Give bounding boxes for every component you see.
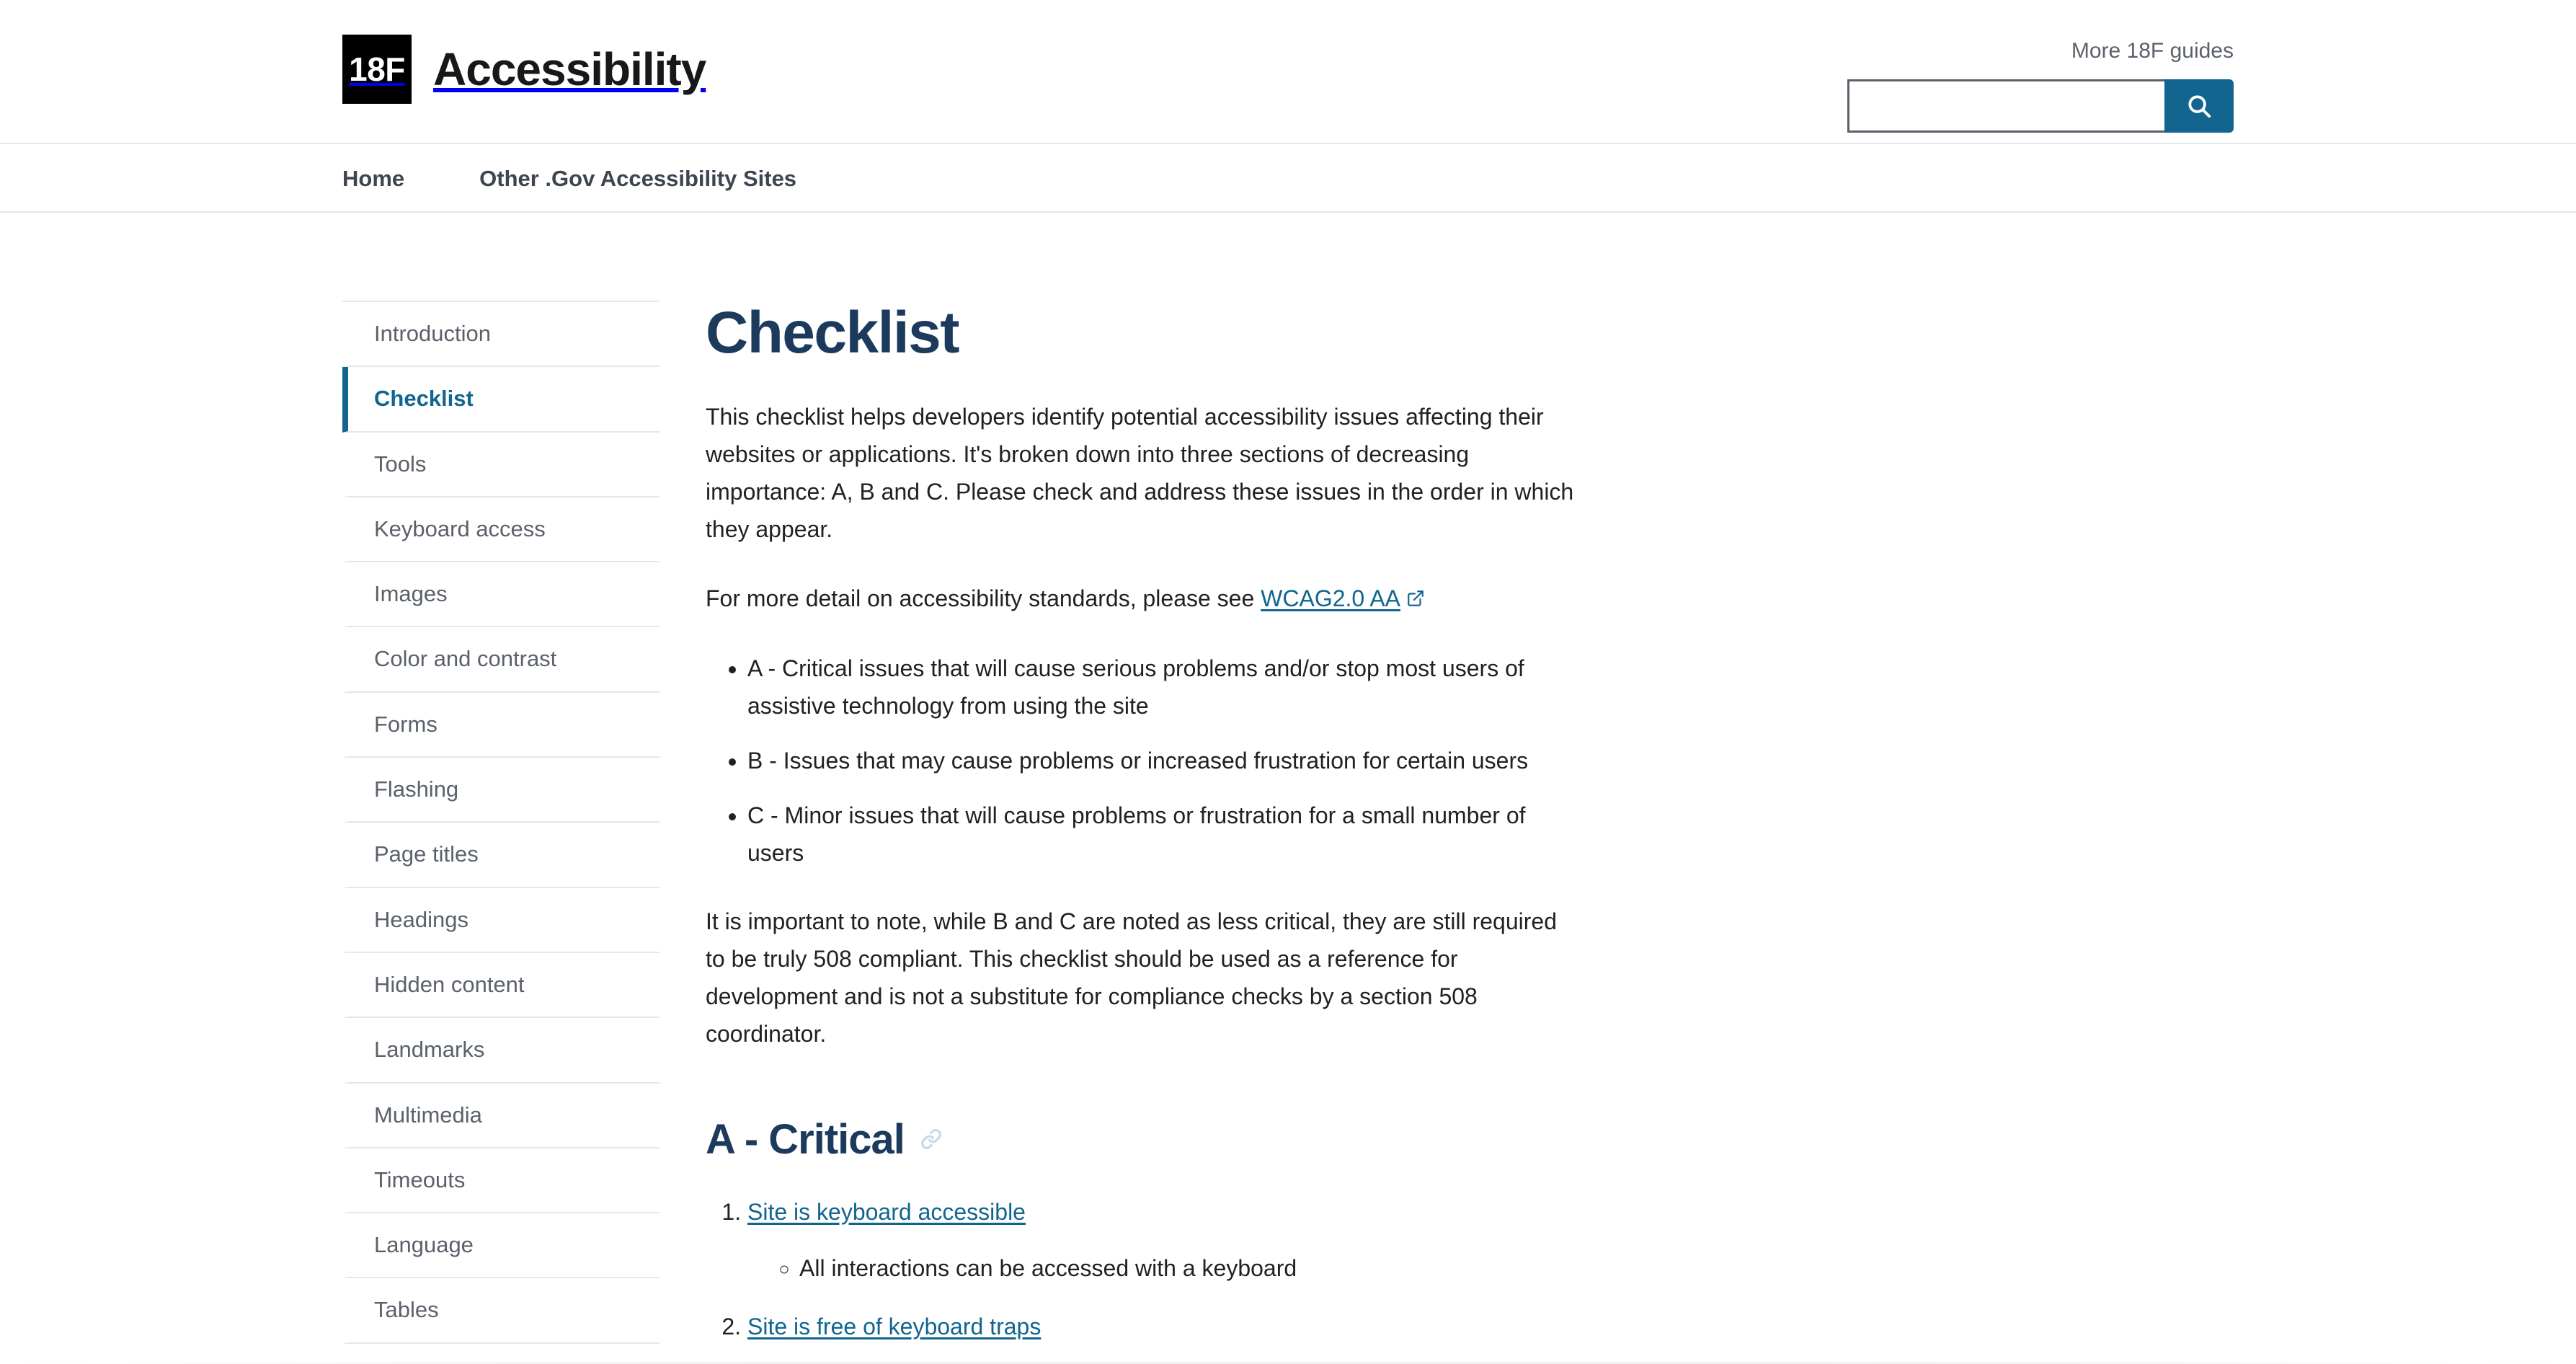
sidebar-item-headings[interactable]: Headings bbox=[342, 888, 659, 953]
sidebar-item-timeouts[interactable]: Timeouts bbox=[342, 1148, 659, 1214]
link-icon[interactable] bbox=[920, 1128, 942, 1150]
checklist-subitem-list: All interactions can be accessed with a … bbox=[747, 1250, 1581, 1288]
sidebar-item-hidden-content[interactable]: Hidden content bbox=[342, 953, 659, 1019]
site-masthead: 18F Accessibility More 18F guides bbox=[0, 0, 2576, 144]
search-submit-button[interactable] bbox=[2164, 79, 2234, 133]
sidebar-item-images[interactable]: Images bbox=[342, 562, 659, 628]
severity-item-a: A - Critical issues that will cause seri… bbox=[747, 650, 1581, 725]
masthead-utility-area: More 18F guides bbox=[1847, 35, 2234, 133]
sidebar-item-checklist[interactable]: Checklist bbox=[342, 367, 659, 433]
wcag-link[interactable]: WCAG2.0 AA bbox=[1261, 585, 1400, 611]
search-form bbox=[1847, 79, 2234, 133]
severity-item-c: C - Minor issues that will cause problem… bbox=[747, 797, 1581, 872]
main-content: Checklist This checklist helps developer… bbox=[706, 300, 1581, 1364]
sidebar-item-flashing[interactable]: Flashing bbox=[342, 758, 659, 823]
severity-list: A - Critical issues that will cause seri… bbox=[706, 650, 1581, 872]
standards-lead-text: For more detail on accessibility standar… bbox=[706, 585, 1261, 611]
severity-item-b: B - Issues that may cause problems or in… bbox=[747, 743, 1581, 780]
nav-item-home[interactable]: Home bbox=[342, 166, 404, 192]
checklist-subitem: All interactions can be accessed with a … bbox=[799, 1250, 1581, 1288]
prose-body: This checklist helps developers identify… bbox=[706, 399, 1581, 1053]
page-root: 18F Accessibility More 18F guides Home O… bbox=[0, 0, 2576, 1364]
sidebar-item-multimedia[interactable]: Multimedia bbox=[342, 1084, 659, 1148]
note-paragraph: It is important to note, while B and C a… bbox=[706, 908, 1557, 1047]
checklist-item: Site is free of keyboard traps bbox=[747, 1308, 1581, 1346]
section-heading-a-critical: A - Critical bbox=[706, 1115, 1581, 1164]
primary-navigation: Home Other .Gov Accessibility Sites bbox=[0, 144, 2576, 213]
site-title: Accessibility bbox=[433, 43, 706, 95]
standards-paragraph: For more detail on accessibility standar… bbox=[706, 580, 1581, 619]
nav-item-other-gov-accessibility-sites[interactable]: Other .Gov Accessibility Sites bbox=[479, 166, 796, 192]
sidebar-item-keyboard-access[interactable]: Keyboard access bbox=[342, 497, 659, 563]
checklist-item-link-site-is-free-of-keyboard-traps[interactable]: Site is free of keyboard traps bbox=[747, 1314, 1041, 1339]
checklist-item: Site is keyboard accessible All interact… bbox=[747, 1194, 1581, 1288]
critical-checklist: Site is keyboard accessible All interact… bbox=[706, 1194, 1581, 1346]
external-link-icon bbox=[1406, 582, 1425, 619]
more-18f-guides-link[interactable]: More 18F guides bbox=[2071, 39, 2234, 63]
search-input[interactable] bbox=[1847, 79, 2164, 133]
primary-nav-list: Home Other .Gov Accessibility Sites bbox=[342, 144, 2234, 213]
18f-logo-icon: 18F bbox=[342, 35, 412, 104]
sidebar-item-landmarks[interactable]: Landmarks bbox=[342, 1018, 659, 1084]
sidebar-item-tools[interactable]: Tools bbox=[342, 433, 659, 497]
sidebar-item-forms[interactable]: Forms bbox=[342, 693, 659, 758]
sidebar-item-introduction[interactable]: Introduction bbox=[342, 302, 659, 368]
sidebar-item-language[interactable]: Language bbox=[342, 1213, 659, 1279]
site-brand-link[interactable]: 18F Accessibility bbox=[342, 35, 706, 104]
sidebar-item-css-dependence[interactable]: CSS dependence bbox=[342, 1344, 659, 1364]
section-sidebar: Introduction Checklist Tools Keyboard ac… bbox=[342, 301, 659, 1364]
page-title: Checklist bbox=[706, 300, 960, 366]
sidebar-item-page-titles[interactable]: Page titles bbox=[342, 823, 659, 888]
checklist-item-link-site-is-keyboard-accessible[interactable]: Site is keyboard accessible bbox=[747, 1199, 1026, 1225]
page-body: Introduction Checklist Tools Keyboard ac… bbox=[342, 213, 2234, 1364]
sidebar-item-tables[interactable]: Tables bbox=[342, 1278, 659, 1344]
intro-paragraph: This checklist helps developers identify… bbox=[706, 404, 1574, 542]
search-icon bbox=[2185, 92, 2213, 120]
sidebar-item-color-and-contrast[interactable]: Color and contrast bbox=[342, 627, 659, 693]
section-heading-label: A - Critical bbox=[706, 1115, 905, 1163]
